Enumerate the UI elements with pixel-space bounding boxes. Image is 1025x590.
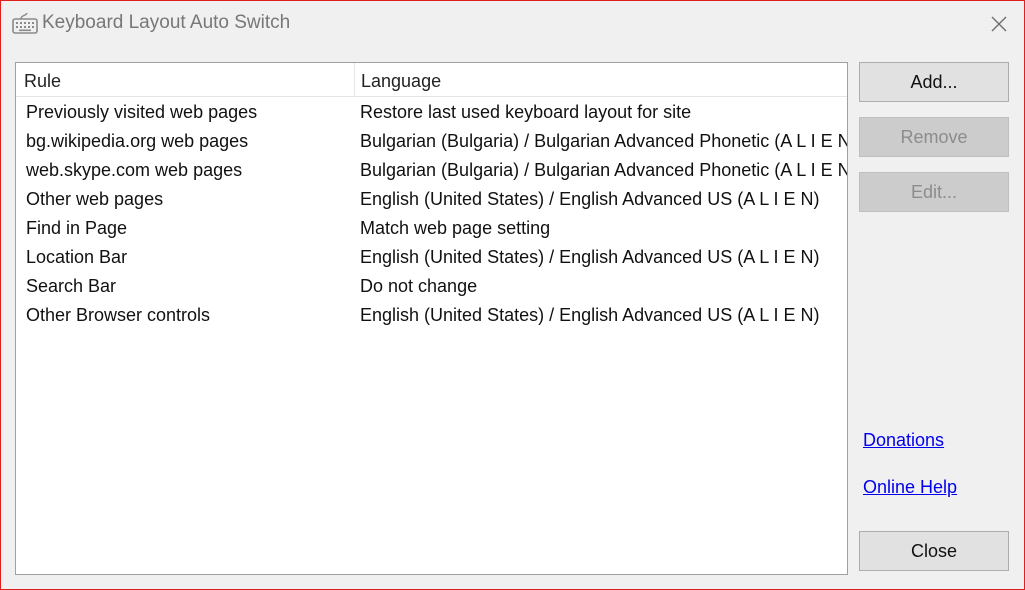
rule-cell: Find in Page — [26, 218, 128, 238]
edit-button[interactable]: Edit... — [859, 172, 1009, 212]
language-cell: English (United States) / English Advanc… — [360, 247, 820, 267]
rule-cell: bg.wikipedia.org web pages — [26, 131, 249, 151]
list-item[interactable]: web.skype.com web pages Bulgarian (Bulga… — [16, 156, 847, 185]
rule-cell: web.skype.com web pages — [26, 160, 243, 180]
dialog-window: Keyboard Layout Auto Switch Rule Languag… — [0, 0, 1025, 590]
language-cell: English (United States) / English Advanc… — [360, 189, 820, 209]
list-item[interactable]: Search Bar Do not change — [16, 272, 847, 301]
list-header: Rule Language — [16, 63, 847, 97]
title-bar: Keyboard Layout Auto Switch — [1, 1, 1024, 46]
column-header-language[interactable]: Language — [361, 63, 841, 96]
list-item[interactable]: bg.wikipedia.org web pages Bulgarian (Bu… — [16, 127, 847, 156]
language-cell: Bulgarian (Bulgaria) / Bulgarian Advance… — [360, 160, 847, 180]
rules-list[interactable]: Rule Language Previously visited web pag… — [15, 62, 848, 575]
language-cell: Bulgarian (Bulgaria) / Bulgarian Advance… — [360, 131, 847, 151]
window-title: Keyboard Layout Auto Switch — [42, 12, 291, 33]
column-divider[interactable] — [354, 63, 355, 96]
list-item[interactable]: Other Browser controls English (United S… — [16, 301, 847, 330]
remove-button[interactable]: Remove — [859, 117, 1009, 157]
column-header-rule[interactable]: Rule — [24, 63, 354, 96]
language-cell: Match web page setting — [360, 218, 551, 238]
rule-cell: Previously visited web pages — [26, 102, 258, 122]
online-help-link[interactable]: Online Help — [863, 477, 957, 498]
add-button[interactable]: Add... — [859, 62, 1009, 102]
close-button[interactable]: Close — [859, 531, 1009, 571]
language-cell: Restore last used keyboard layout for si… — [360, 102, 692, 122]
language-cell: English (United States) / English Advanc… — [360, 305, 820, 325]
keyboard-icon — [12, 12, 38, 34]
language-cell: Do not change — [360, 276, 478, 296]
rule-cell: Location Bar — [26, 247, 128, 267]
close-icon[interactable] — [984, 9, 1014, 39]
rule-cell: Other web pages — [26, 189, 164, 209]
list-item[interactable]: Other web pages English (United States) … — [16, 185, 847, 214]
rule-cell: Other Browser controls — [26, 305, 211, 325]
list-rows: Previously visited web pages Restore las… — [16, 98, 847, 330]
donations-link[interactable]: Donations — [863, 430, 944, 451]
rule-cell: Search Bar — [26, 276, 117, 296]
list-item[interactable]: Location Bar English (United States) / E… — [16, 243, 847, 272]
list-item[interactable]: Previously visited web pages Restore las… — [16, 98, 847, 127]
list-item[interactable]: Find in Page Match web page setting — [16, 214, 847, 243]
